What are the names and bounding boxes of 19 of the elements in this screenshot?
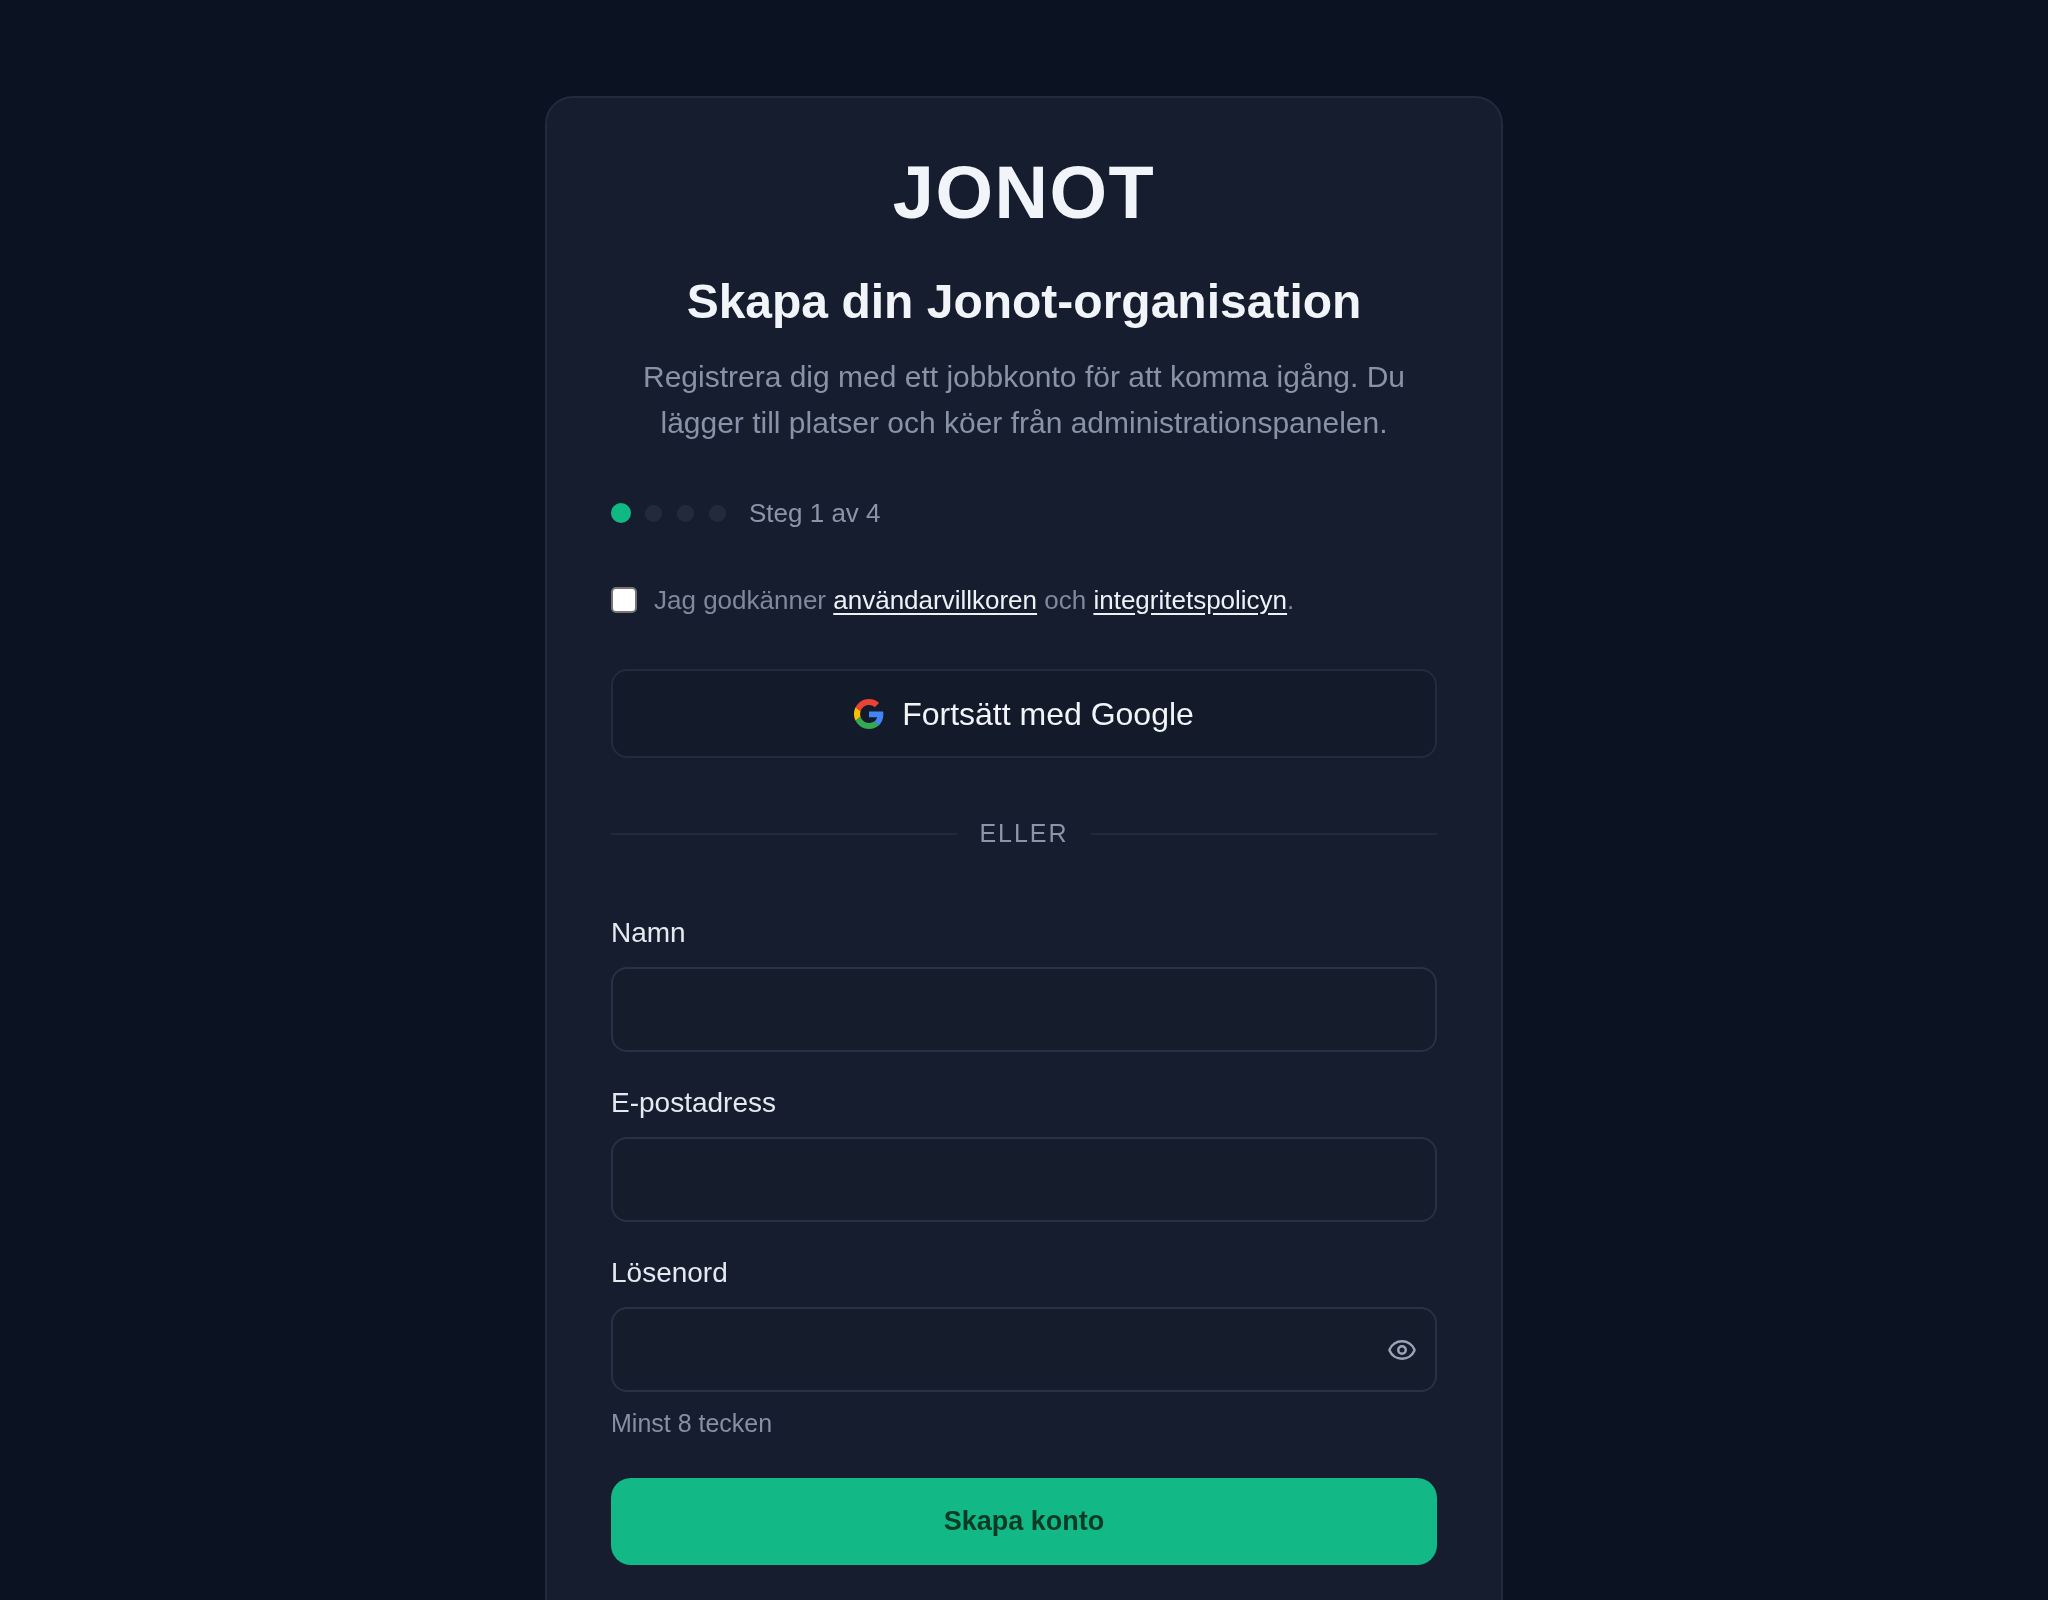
consent-link[interactable]: integritetspolicyn [1093, 584, 1288, 615]
consent-link[interactable]: användarvillkoren [833, 584, 1038, 615]
field-label: E-postadress [611, 1086, 776, 1120]
field-label: Namn [611, 916, 686, 950]
step-label: Steg 1 av 4 [749, 496, 881, 530]
password-field[interactable] [611, 1307, 1437, 1392]
consent-checkbox[interactable] [611, 587, 637, 613]
page-subtitle: Registrera dig med ett jobbkonto för att komma igång. Du lägger till platser och köer från administrationspanelen. [641, 359, 1407, 441]
google-button[interactable]: Fortsätt med Google [611, 669, 1437, 758]
divider-label: ELLER [979, 818, 1069, 850]
field-label: Lösenord [611, 1256, 728, 1290]
email-field[interactable] [611, 1137, 1437, 1222]
name-field[interactable] [611, 967, 1437, 1052]
google-g-icon [854, 698, 885, 729]
submit-button[interactable]: Skapa konto [611, 1478, 1437, 1565]
logo: JONOT [892, 156, 1156, 230]
consent-text: Jag godkänner användarvillkoren och integritetspolicyn. [654, 583, 1295, 617]
field-hint: Minst 8 tecken [611, 1408, 773, 1438]
page-title: Skapa din Jonot-organisation [686, 274, 1362, 330]
